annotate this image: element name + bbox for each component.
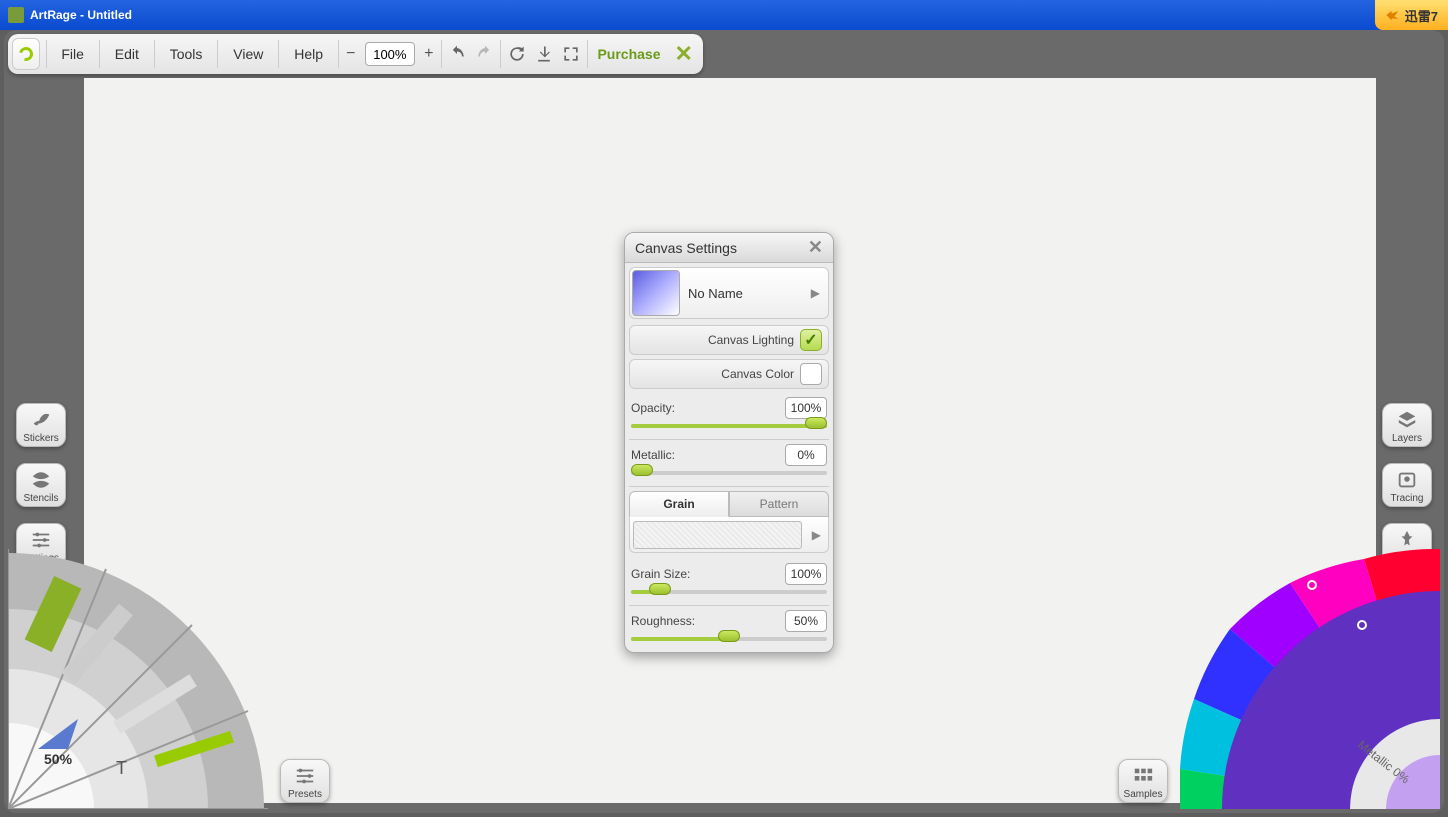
opacity-label: Opacity: bbox=[631, 401, 675, 415]
grain-size-slider-row: Grain Size: 100% bbox=[629, 559, 829, 606]
window-title: ArtRage - Untitled bbox=[30, 8, 132, 22]
tab-pattern[interactable]: Pattern bbox=[729, 491, 829, 517]
brush-size-label: 50% bbox=[44, 751, 72, 767]
zoom-in-button[interactable]: + bbox=[419, 40, 439, 68]
roughness-value[interactable]: 50% bbox=[785, 610, 827, 632]
opacity-slider[interactable] bbox=[631, 421, 827, 431]
presets-pod[interactable]: Presets bbox=[280, 759, 330, 803]
layers-pod[interactable]: Layers bbox=[1382, 403, 1432, 447]
menu-view[interactable]: View bbox=[220, 39, 276, 69]
canvas-color-swatch[interactable] bbox=[800, 363, 822, 385]
canvas-lighting-checkbox[interactable]: ✓ bbox=[800, 329, 822, 351]
app-frame: File Edit Tools View Help − + Purchase ✕… bbox=[4, 30, 1444, 813]
undo-button[interactable] bbox=[444, 38, 471, 70]
metallic-slider-label: Metallic: bbox=[631, 448, 675, 462]
grain-thumbnail bbox=[633, 521, 802, 549]
purchase-link[interactable]: Purchase bbox=[589, 46, 668, 62]
presets-icon bbox=[291, 765, 319, 787]
tracing-pod[interactable]: Tracing bbox=[1382, 463, 1432, 507]
zoom-out-button[interactable]: − bbox=[341, 40, 361, 68]
menu-file[interactable]: File bbox=[48, 39, 97, 69]
zoom-input[interactable] bbox=[365, 42, 415, 66]
grain-menu-arrow[interactable]: ▶ bbox=[808, 528, 825, 542]
dialog-titlebar[interactable]: Canvas Settings ✕ bbox=[625, 233, 833, 263]
dialog-title-text: Canvas Settings bbox=[635, 240, 737, 256]
app-icon bbox=[8, 7, 24, 23]
menu-edit[interactable]: Edit bbox=[102, 39, 152, 69]
refresh-button[interactable] bbox=[503, 38, 530, 70]
menu-help[interactable]: Help bbox=[281, 39, 336, 69]
metallic-slider-row: Metallic: 0% bbox=[629, 440, 829, 487]
canvas-preset-row[interactable]: No Name ▶ bbox=[629, 267, 829, 319]
grain-size-value[interactable]: 100% bbox=[785, 563, 827, 585]
download-button[interactable] bbox=[530, 38, 557, 70]
pin-icon bbox=[1393, 529, 1421, 551]
stencils-icon bbox=[27, 469, 55, 491]
stencils-pod[interactable]: Stencils bbox=[16, 463, 66, 507]
roughness-slider-row: Roughness: 50% bbox=[629, 606, 829, 648]
menu-bar: File Edit Tools View Help − + Purchase ✕ bbox=[8, 34, 703, 74]
xunlei-badge[interactable]: 迅雷7 bbox=[1375, 0, 1448, 30]
zoom-controls: − + bbox=[341, 40, 439, 68]
preset-name: No Name bbox=[688, 286, 797, 301]
preset-thumbnail bbox=[632, 270, 680, 316]
artrage-logo-button[interactable] bbox=[12, 38, 40, 70]
dialog-body: No Name ▶ Canvas Lighting ✓ Canvas Color… bbox=[625, 263, 833, 652]
redo-button[interactable] bbox=[471, 38, 498, 70]
metallic-slider[interactable] bbox=[631, 468, 827, 478]
grid-icon bbox=[1129, 765, 1157, 787]
grain-preset-row[interactable]: ▶ bbox=[629, 517, 829, 553]
metallic-value[interactable]: 0% bbox=[785, 444, 827, 466]
stickers-pod[interactable]: Stickers bbox=[16, 403, 66, 447]
tab-grain[interactable]: Grain bbox=[629, 491, 729, 517]
canvas-lighting-label: Canvas Lighting bbox=[636, 333, 794, 347]
grain-size-label: Grain Size: bbox=[631, 567, 690, 581]
sliders-icon bbox=[27, 529, 55, 551]
color-picker-wheel[interactable]: Metallic 0% bbox=[1180, 549, 1440, 809]
preset-menu-arrow[interactable]: ▶ bbox=[805, 286, 826, 300]
canvas-settings-dialog[interactable]: Canvas Settings ✕ No Name ▶ Canvas Light… bbox=[624, 232, 834, 653]
canvas-color-row: Canvas Color bbox=[629, 359, 829, 389]
grain-pattern-tabs: Grain Pattern bbox=[629, 491, 829, 517]
canvas-color-label: Canvas Color bbox=[636, 367, 794, 381]
tracing-icon bbox=[1393, 469, 1421, 491]
svg-text:T: T bbox=[116, 758, 127, 778]
layers-icon bbox=[1393, 409, 1421, 431]
roughness-label: Roughness: bbox=[631, 614, 695, 628]
stickers-icon bbox=[27, 409, 55, 431]
fullscreen-button[interactable] bbox=[557, 38, 584, 70]
opacity-value[interactable]: 100% bbox=[785, 397, 827, 419]
tool-picker-wheel[interactable]: T 50% bbox=[8, 549, 268, 809]
roughness-slider[interactable] bbox=[631, 634, 827, 644]
opacity-slider-row: Opacity: 100% bbox=[629, 393, 829, 440]
samples-pod[interactable]: Samples bbox=[1118, 759, 1168, 803]
canvas-lighting-row: Canvas Lighting ✓ bbox=[629, 325, 829, 355]
bird-icon bbox=[1385, 7, 1401, 23]
menu-tools[interactable]: Tools bbox=[157, 39, 216, 69]
dialog-close-button[interactable]: ✕ bbox=[808, 237, 823, 258]
close-menubar-button[interactable]: ✕ bbox=[669, 41, 699, 67]
window-title-bar: ArtRage - Untitled 迅雷7 bbox=[0, 0, 1448, 30]
grain-size-slider[interactable] bbox=[631, 587, 827, 597]
